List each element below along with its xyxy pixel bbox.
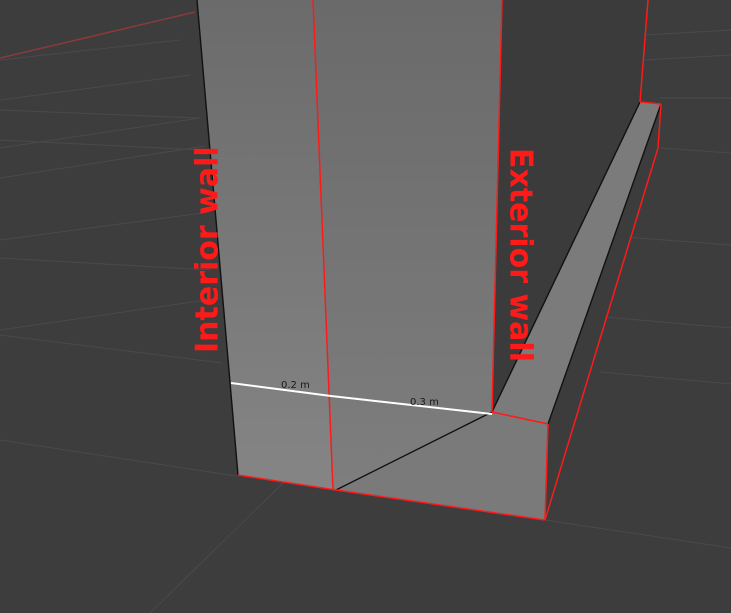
grid-line — [0, 439, 237, 477]
3d-viewport[interactable]: Interior wall Exterior wall 0.2 m 0.3 m — [0, 0, 731, 613]
grid-line — [0, 211, 211, 241]
grid-line — [0, 39, 181, 61]
grid-line — [644, 29, 731, 36]
grid-line — [599, 371, 731, 385]
grid-line — [0, 109, 201, 119]
grid-line — [644, 54, 731, 61]
grid-line — [659, 147, 731, 154]
grid-line — [0, 145, 206, 179]
grid-line — [0, 297, 221, 331]
grid-line — [0, 257, 211, 271]
exterior-thickness-readout: 0.3 m — [410, 397, 439, 408]
x-axis-line — [0, 11, 196, 59]
grid-line — [0, 139, 201, 151]
grid-line — [0, 117, 201, 149]
interior-thickness-readout: 0.2 m — [281, 380, 310, 391]
grid-line — [149, 479, 287, 613]
interior-wall-label: Interior wall — [189, 146, 226, 353]
grid-line — [544, 519, 731, 549]
scene-canvas[interactable] — [0, 0, 731, 613]
exterior-wall-face[interactable] — [313, 0, 502, 490]
grid-line — [0, 74, 191, 101]
exterior-wall-label: Exterior wall — [502, 148, 539, 362]
